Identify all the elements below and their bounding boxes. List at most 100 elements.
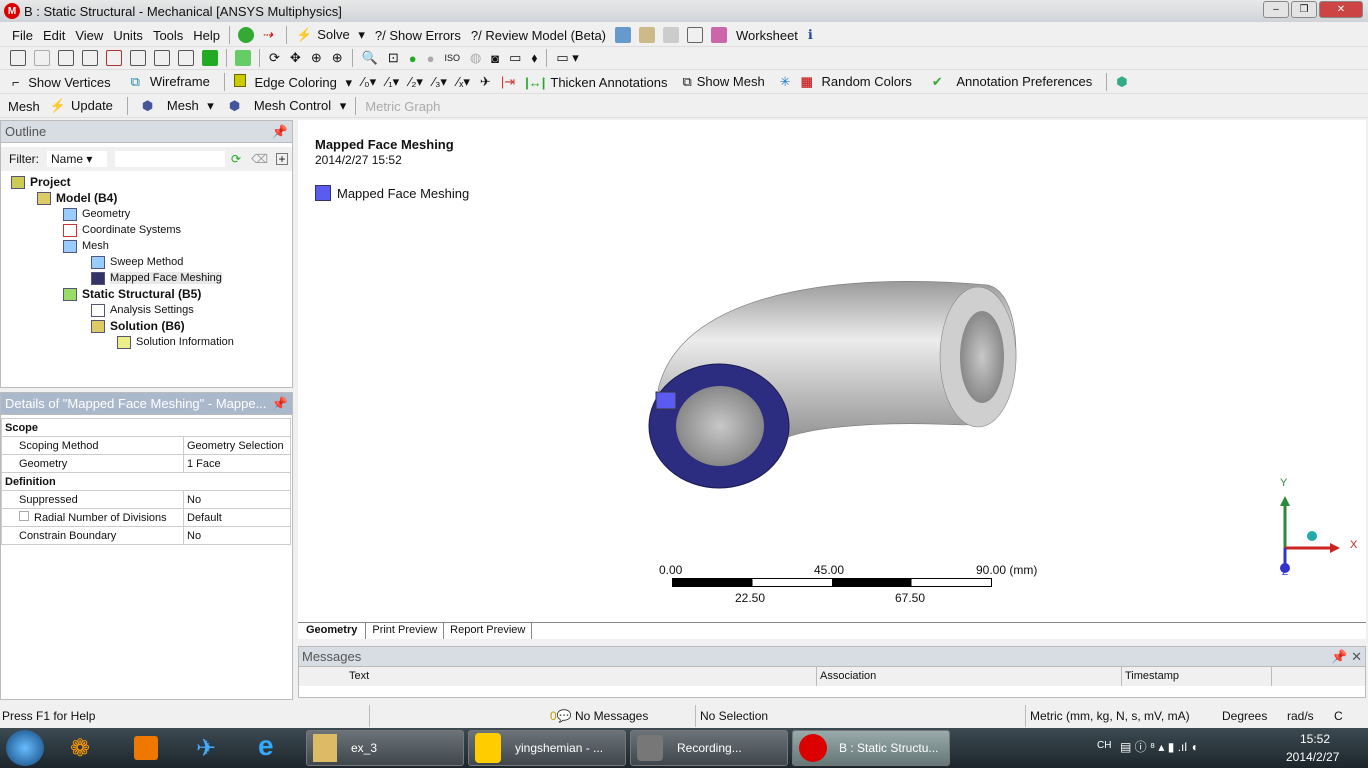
magnifier-icon[interactable]: ● (427, 51, 435, 66)
row-suppressed[interactable]: Suppressed No (1, 490, 291, 509)
tree-item-static-structural[interactable]: Static Structural (B5) (1, 286, 292, 302)
tab-print-preview[interactable]: Print Preview (366, 623, 445, 639)
comment-icon[interactable] (663, 27, 680, 43)
language-indicator[interactable]: CH (1097, 740, 1111, 751)
minimize-button[interactable]: – (1263, 1, 1289, 18)
group-definition[interactable]: Definition (1, 472, 291, 491)
iso-icon[interactable]: ISO (444, 53, 460, 63)
edge-style-x-icon[interactable]: ⁄ₓ▾ (457, 74, 470, 90)
group-scope[interactable]: Scope (1, 418, 291, 437)
taskbar-ex3[interactable]: ex_3 (306, 730, 464, 766)
taskbar-recording[interactable]: Recording... (630, 730, 788, 766)
maximize-button[interactable]: ❐ (1291, 1, 1317, 18)
edge-style-3-icon[interactable]: ⁄₃▾ (433, 74, 447, 90)
tree-item-solution-information[interactable]: Solution Information (1, 334, 292, 350)
row-scoping-method[interactable]: Scoping Method Geometry Selection (1, 436, 291, 455)
tree-item-sweep-method[interactable]: Sweep Method (1, 254, 292, 270)
thicken-annotations-button[interactable]: |↔| Thicken Annotations (525, 75, 672, 90)
refresh-icon[interactable]: ⟳ (231, 152, 241, 166)
row-radial-divisions[interactable]: Radial Number of Divisions Default (1, 508, 291, 527)
edge-coloring-button[interactable]: Edge Coloring ▾ (233, 73, 352, 91)
menu-view[interactable]: View (75, 28, 103, 43)
mesh-button[interactable]: ⬢ Mesh ▾ (137, 98, 214, 114)
new-figure-icon[interactable] (615, 27, 632, 43)
menu-tools[interactable]: Tools (153, 28, 183, 43)
tree-item-model[interactable]: Model (B4) (1, 190, 292, 206)
clock-time[interactable]: 15:52 (1300, 732, 1330, 746)
filter-select[interactable]: Name ▾ (47, 151, 107, 167)
update-button[interactable]: ⚡ Update (50, 98, 118, 114)
tree-item-project[interactable]: Project (1, 174, 292, 190)
tab-report-preview[interactable]: Report Preview (444, 623, 533, 639)
pipe-elbow-model[interactable] (298, 120, 1366, 622)
face-select-icon[interactable] (154, 50, 170, 66)
pin-icon[interactable]: 📌 (272, 124, 288, 140)
edge-style-1-icon[interactable]: ⁄₁▾ (386, 74, 399, 90)
axis-icon[interactable]: ✳ (780, 74, 791, 90)
app-icon-1[interactable]: ❁ (70, 734, 90, 763)
ie-icon[interactable]: e (258, 730, 274, 762)
taskbar-mechanical[interactable]: B : Static Structu... (792, 730, 950, 766)
tree-item-mapped-face-meshing[interactable]: Mapped Face Meshing (1, 270, 292, 286)
graphics-viewport[interactable]: Mapped Face Meshing 2014/2/27 15:52 Mapp… (298, 120, 1366, 622)
wireframe-button[interactable]: ⧉ Wireframe (126, 74, 215, 90)
pin-icon[interactable]: 📌 (272, 396, 288, 412)
view-icon[interactable]: ◙ (491, 51, 499, 66)
thin-annotation-icon[interactable]: |⇥ (501, 74, 515, 90)
eraser-icon[interactable]: ⌫ (251, 152, 268, 166)
check-icon[interactable] (238, 27, 255, 43)
tray-icons[interactable]: ▤ ⓘ ⁸ ▴ ▮ .ıl ◖ (1120, 738, 1198, 755)
row-geometry[interactable]: Geometry 1 Face (1, 454, 291, 473)
select-icon[interactable] (10, 50, 26, 66)
column-association[interactable]: Association (817, 667, 1122, 686)
pointer-icon[interactable]: ⇢ (262, 27, 278, 43)
edge-select-icon[interactable] (130, 50, 146, 66)
tree-item-analysis-settings[interactable]: Analysis Settings (1, 302, 292, 318)
image-icon[interactable] (711, 27, 728, 43)
tree-item-geometry[interactable]: Geometry (1, 206, 292, 222)
column-text[interactable]: Text (349, 667, 817, 686)
select-mesh-icon[interactable] (34, 50, 50, 66)
info-icon[interactable]: ℹ (808, 27, 813, 43)
close-button[interactable]: ✕ (1319, 1, 1363, 18)
look-at-icon[interactable]: ◍ (470, 50, 481, 66)
close-messages-icon[interactable]: 📌 ✕ (1331, 649, 1362, 665)
edge-style-0-icon[interactable]: ⁄₀▾ (362, 74, 376, 90)
zoom-green-icon[interactable]: ● (409, 51, 417, 66)
cube-icon[interactable]: ⬢ (1116, 74, 1127, 90)
bird-icon[interactable]: ✈ (196, 734, 216, 763)
solve-button[interactable]: ⚡ Solve ▾ (296, 27, 365, 43)
start-button[interactable] (6, 730, 44, 766)
show-vertices-button[interactable]: ⌐ Show Vertices (12, 75, 116, 90)
menu-units[interactable]: Units (113, 28, 143, 43)
element-select-icon[interactable] (202, 50, 218, 66)
expand-icon[interactable]: + (276, 153, 289, 165)
row-constrain-boundary[interactable]: Constrain Boundary No (1, 526, 291, 545)
vertex-select-icon[interactable] (106, 50, 122, 66)
tree-item-mesh[interactable]: Mesh (1, 238, 292, 254)
edge-style-2-icon[interactable]: ⁄₂▾ (409, 74, 423, 90)
tree-item-solution[interactable]: Solution (B6) (1, 318, 292, 334)
extend-selection-icon[interactable] (235, 50, 251, 66)
media-player-icon[interactable] (134, 736, 158, 760)
tab-geometry[interactable]: Geometry (298, 623, 367, 639)
zoom-icon[interactable]: ⊕ (311, 50, 322, 66)
zoom-in-icon[interactable]: ⊕ (332, 50, 343, 66)
axis-triad[interactable] (1268, 478, 1358, 578)
viewport-layout-icon[interactable]: ▭ ▾ (556, 50, 578, 66)
pin-icon[interactable]: ✈ (480, 74, 491, 90)
show-mesh-button[interactable]: ⧉ Show Mesh (682, 74, 769, 90)
worksheet-button[interactable]: Worksheet (736, 28, 798, 43)
tag-icon[interactable]: ⬧ (531, 50, 537, 66)
column-timestamp[interactable]: Timestamp (1122, 667, 1272, 686)
zoom-fit-icon[interactable]: ⊡ (388, 50, 399, 66)
parameter-checkbox[interactable] (19, 511, 29, 521)
zoom-box-icon[interactable]: 🔍 (362, 50, 378, 66)
menu-help[interactable]: Help (193, 28, 220, 43)
text-icon[interactable] (687, 27, 704, 43)
status-messages[interactable]: 0💬 No Messages (548, 705, 696, 727)
annotation-preferences-button[interactable]: ✔ Annotation Preferences (927, 74, 1097, 90)
status-rot[interactable]: rad/s (1285, 705, 1314, 727)
pan-icon[interactable]: ✥ (290, 50, 301, 66)
tree-item-coordinate-systems[interactable]: Coordinate Systems (1, 222, 292, 238)
